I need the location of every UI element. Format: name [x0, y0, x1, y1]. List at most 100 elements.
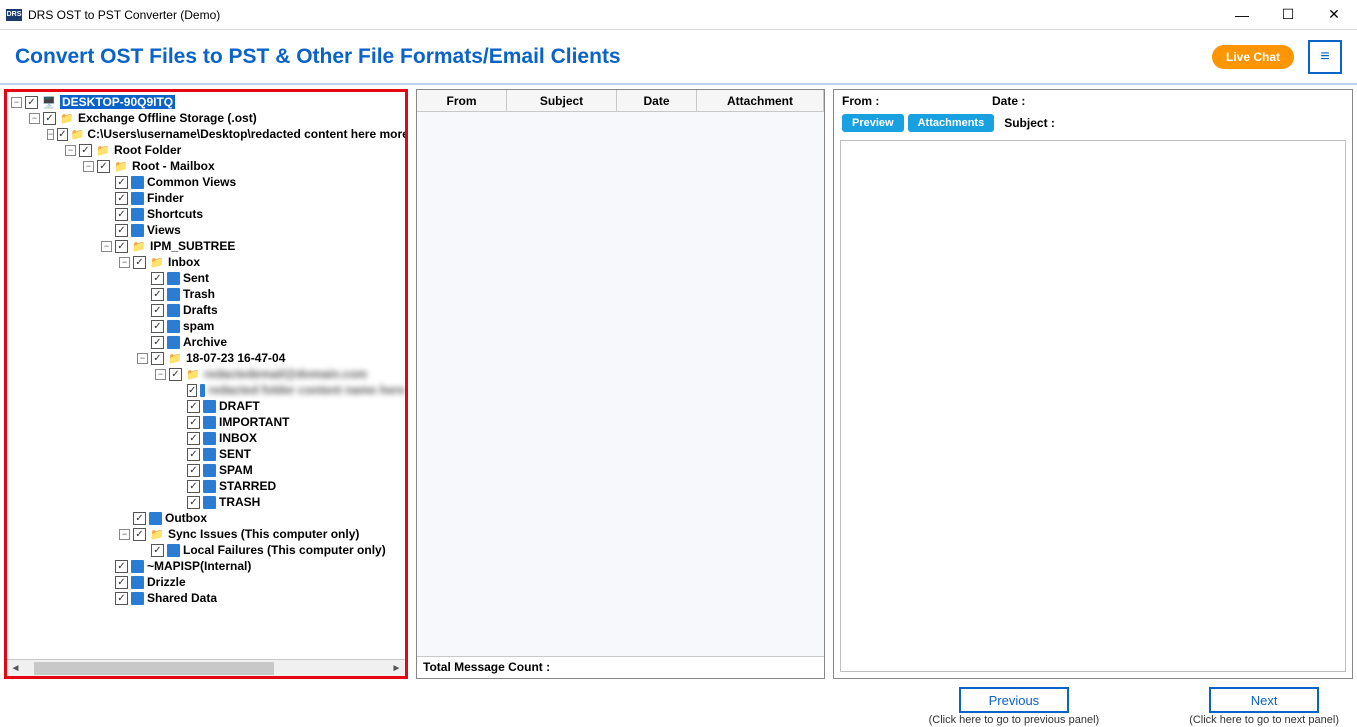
collapse-icon[interactable]: −: [155, 369, 166, 380]
message-list-panel: From Subject Date Attachment Total Messa…: [416, 89, 825, 679]
checkbox[interactable]: ✓: [151, 272, 164, 285]
tree-node-exchange[interactable]: Exchange Offline Storage (.ost): [78, 111, 257, 125]
checkbox[interactable]: ✓: [115, 576, 128, 589]
checkbox[interactable]: ✓: [25, 96, 38, 109]
tree-node[interactable]: Drizzle: [147, 575, 186, 589]
folder-icon: [203, 496, 216, 509]
collapse-icon[interactable]: −: [83, 161, 94, 172]
checkbox[interactable]: ✓: [115, 208, 128, 221]
tree-node[interactable]: Drafts: [183, 303, 218, 317]
message-grid-body[interactable]: [417, 112, 824, 656]
tree-node[interactable]: SPAM: [219, 463, 253, 477]
tree-node-desktop[interactable]: DESKTOP-90Q9ITQ: [60, 95, 175, 109]
tree-node[interactable]: Local Failures (This computer only): [183, 543, 386, 557]
tree-node[interactable]: STARRED: [219, 479, 276, 493]
column-from[interactable]: From: [417, 90, 507, 111]
tree-node-sync-issues[interactable]: Sync Issues (This computer only): [168, 527, 359, 541]
tree-node[interactable]: DRAFT: [219, 399, 260, 413]
tree-node[interactable]: Outbox: [165, 511, 207, 525]
checkbox[interactable]: ✓: [115, 224, 128, 237]
tree-node[interactable]: Archive: [183, 335, 227, 349]
checkbox[interactable]: ✓: [187, 480, 200, 493]
tree-node-redacted[interactable]: redactedemail@domain.com: [204, 367, 367, 381]
checkbox[interactable]: ✓: [169, 368, 182, 381]
scroll-left-icon[interactable]: ◄: [7, 660, 24, 677]
checkbox[interactable]: ✓: [115, 560, 128, 573]
tree-node-path[interactable]: C:\Users\username\Desktop\redacted conte…: [87, 127, 405, 141]
column-attachment[interactable]: Attachment: [697, 90, 824, 111]
tree-node[interactable]: ~MAPISP(Internal): [147, 559, 251, 573]
tree-node[interactable]: SENT: [219, 447, 251, 461]
collapse-icon[interactable]: −: [47, 129, 54, 140]
preview-body[interactable]: [840, 140, 1346, 672]
tree-node[interactable]: Views: [147, 223, 181, 237]
tree-node-inbox[interactable]: Inbox: [168, 255, 200, 269]
checkbox[interactable]: ✓: [57, 128, 67, 141]
folder-icon: [167, 304, 180, 317]
tree-node[interactable]: IMPORTANT: [219, 415, 289, 429]
checkbox[interactable]: ✓: [187, 464, 200, 477]
collapse-icon[interactable]: −: [119, 257, 130, 268]
previous-button[interactable]: Previous: [959, 687, 1069, 713]
checkbox[interactable]: ✓: [187, 400, 200, 413]
tree-node-root-folder[interactable]: Root Folder: [114, 143, 181, 157]
tree-node[interactable]: Trash: [183, 287, 215, 301]
tree-node-timestamp[interactable]: 18-07-23 16-47-04: [186, 351, 285, 365]
checkbox[interactable]: ✓: [97, 160, 110, 173]
collapse-icon[interactable]: −: [101, 241, 112, 252]
column-subject[interactable]: Subject: [507, 90, 617, 111]
tree-node[interactable]: Finder: [147, 191, 184, 205]
tree-node[interactable]: TRASH: [219, 495, 260, 509]
tree-node[interactable]: Shortcuts: [147, 207, 203, 221]
scroll-right-icon[interactable]: ►: [388, 660, 405, 677]
checkbox[interactable]: ✓: [43, 112, 56, 125]
collapse-icon[interactable]: −: [29, 113, 40, 124]
hamburger-menu-button[interactable]: ≡: [1308, 40, 1342, 74]
checkbox[interactable]: ✓: [133, 512, 146, 525]
checkbox[interactable]: ✓: [187, 432, 200, 445]
folder-tree[interactable]: − ✓ 🖥️ DESKTOP-90Q9ITQ − ✓ 📁 Exchange Of…: [7, 92, 405, 659]
folder-icon: [167, 272, 180, 285]
folder-icon: [203, 448, 216, 461]
checkbox[interactable]: ✓: [133, 528, 146, 541]
column-date[interactable]: Date: [617, 90, 697, 111]
minimize-button[interactable]: —: [1219, 0, 1265, 30]
checkbox[interactable]: ✓: [151, 544, 164, 557]
scroll-thumb[interactable]: [34, 662, 274, 675]
tree-node[interactable]: Shared Data: [147, 591, 217, 605]
checkbox[interactable]: ✓: [115, 592, 128, 605]
tree-node[interactable]: INBOX: [219, 431, 257, 445]
collapse-icon[interactable]: −: [11, 97, 22, 108]
tree-node[interactable]: Common Views: [147, 175, 236, 189]
preview-tab-button[interactable]: Preview: [842, 114, 904, 132]
attachments-tab-button[interactable]: Attachments: [908, 114, 995, 132]
checkbox[interactable]: ✓: [133, 256, 146, 269]
folder-icon: 📁: [95, 143, 111, 157]
checkbox[interactable]: ✓: [187, 384, 197, 397]
live-chat-button[interactable]: Live Chat: [1212, 45, 1294, 69]
next-button[interactable]: Next: [1209, 687, 1319, 713]
tree-node-redacted[interactable]: redacted folder content name here: [208, 383, 405, 397]
tree-node[interactable]: Sent: [183, 271, 209, 285]
checkbox[interactable]: ✓: [115, 240, 128, 253]
checkbox[interactable]: ✓: [151, 288, 164, 301]
tree-node[interactable]: spam: [183, 319, 214, 333]
checkbox[interactable]: ✓: [151, 320, 164, 333]
checkbox[interactable]: ✓: [187, 448, 200, 461]
close-button[interactable]: ✕: [1311, 0, 1357, 30]
checkbox[interactable]: ✓: [187, 416, 200, 429]
collapse-icon[interactable]: −: [119, 529, 130, 540]
collapse-icon[interactable]: −: [65, 145, 76, 156]
maximize-button[interactable]: ☐: [1265, 0, 1311, 30]
checkbox[interactable]: ✓: [151, 352, 164, 365]
checkbox[interactable]: ✓: [151, 304, 164, 317]
tree-node-root-mailbox[interactable]: Root - Mailbox: [132, 159, 215, 173]
tree-horizontal-scrollbar[interactable]: ◄ ►: [7, 659, 405, 676]
collapse-icon[interactable]: −: [137, 353, 148, 364]
checkbox[interactable]: ✓: [115, 176, 128, 189]
tree-node-ipm[interactable]: IPM_SUBTREE: [150, 239, 235, 253]
checkbox[interactable]: ✓: [115, 192, 128, 205]
checkbox[interactable]: ✓: [187, 496, 200, 509]
checkbox[interactable]: ✓: [151, 336, 164, 349]
checkbox[interactable]: ✓: [79, 144, 92, 157]
